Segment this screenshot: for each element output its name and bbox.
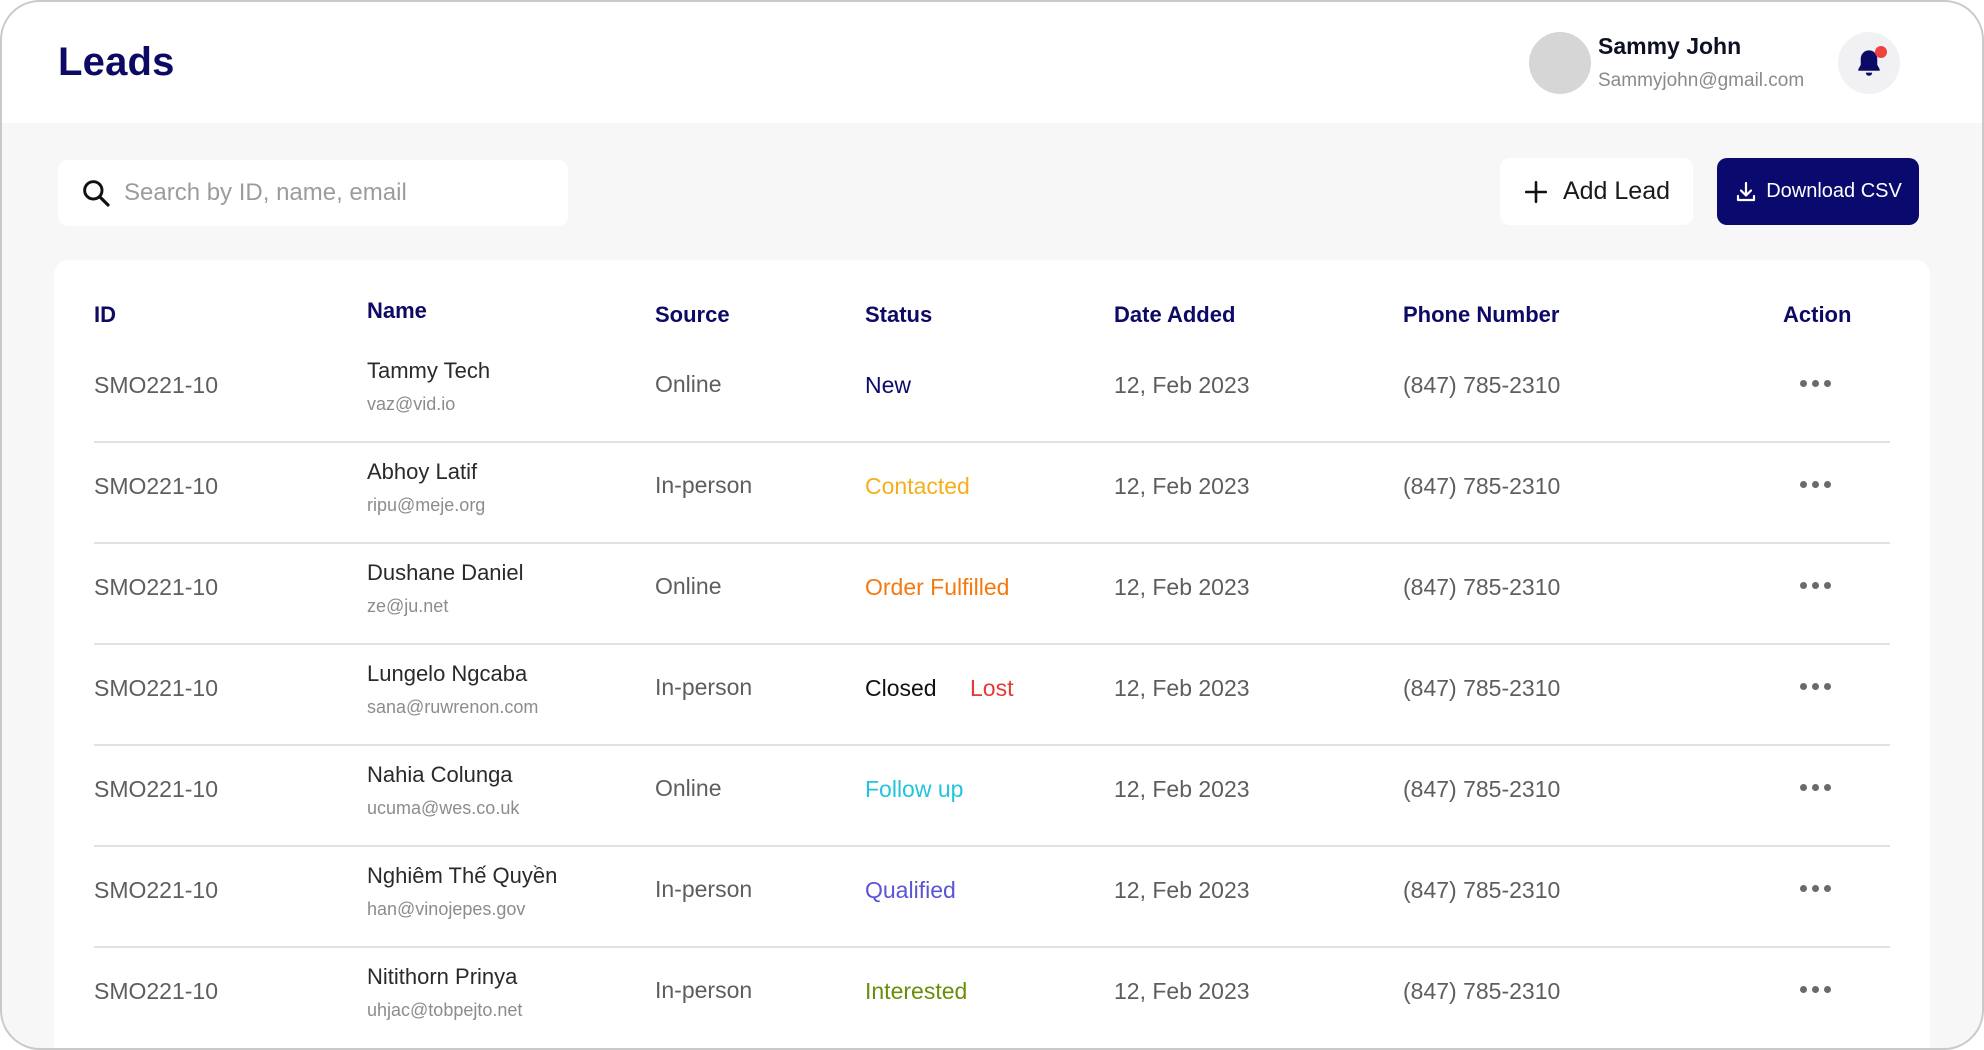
lead-status: Order Fulfilled	[865, 574, 1010, 600]
user-name: Sammy John	[1598, 33, 1742, 59]
lead-date-added: 12, Feb 2023	[1114, 978, 1250, 1004]
lead-id: SMO221-10	[94, 372, 219, 398]
lead-email[interactable]: ucuma@wes.co.uk	[367, 798, 519, 819]
download-csv-button[interactable]: Download CSV	[1717, 158, 1919, 225]
lead-id: SMO221-10	[94, 574, 219, 600]
search-box[interactable]	[58, 160, 568, 226]
more-horizontal-icon[interactable]	[1800, 683, 1831, 690]
more-horizontal-icon[interactable]	[1800, 380, 1831, 387]
lead-source: In-person	[655, 472, 753, 498]
lead-date-added: 12, Feb 2023	[1114, 877, 1250, 903]
lead-id: SMO221-10	[94, 473, 219, 499]
lead-email[interactable]: vaz@vid.io	[367, 394, 455, 415]
lead-name[interactable]: Lungelo Ngcaba	[367, 661, 527, 687]
lead-id: SMO221-10	[94, 877, 219, 903]
lead-source: Online	[655, 573, 722, 599]
lead-phone-number: (847) 785-2310	[1403, 372, 1561, 398]
lead-email[interactable]: ripu@meje.org	[367, 495, 485, 516]
more-horizontal-icon[interactable]	[1800, 885, 1831, 892]
more-horizontal-icon[interactable]	[1800, 784, 1831, 791]
lead-name[interactable]: Nghiêm Thế Quyền	[367, 863, 557, 889]
lead-name[interactable]: Nahia Colunga	[367, 762, 513, 788]
user-email: Sammyjohn@gmail.com	[1598, 70, 1805, 91]
lead-status: Follow up	[865, 776, 964, 802]
more-horizontal-icon[interactable]	[1800, 582, 1831, 589]
plus-icon	[1524, 180, 1548, 203]
lead-status: New	[865, 372, 912, 398]
notification-dot	[1875, 46, 1887, 58]
lead-source: In-person	[655, 977, 753, 1003]
table-row[interactable]: SMO221-10 Lungelo Ngcaba sana@ruwrenon.com…	[94, 645, 1890, 746]
lead-name[interactable]: Abhoy Latif	[367, 459, 477, 485]
lead-email[interactable]: han@vinojepes.gov	[367, 899, 525, 920]
lead-name[interactable]: Dushane Daniel	[367, 560, 524, 586]
table-row[interactable]: SMO221-10 Dushane Daniel ze@ju.net Online Or…	[94, 544, 1890, 645]
more-horizontal-icon[interactable]	[1800, 481, 1831, 488]
top-bar: Leads Sammy John Sammyjohn@gmail.com	[2, 2, 1982, 123]
lead-id: SMO221-10	[94, 978, 219, 1004]
download-icon	[1737, 181, 1756, 201]
search-icon	[83, 180, 110, 207]
column-header-date-added[interactable]: Date Added	[1114, 302, 1235, 328]
lead-email[interactable]: ze@ju.net	[367, 596, 448, 617]
column-header-action: Action	[1783, 302, 1852, 327]
lead-status-extra: Lost	[970, 675, 1014, 701]
lead-source: In-person	[655, 876, 753, 902]
lead-id: SMO221-10	[94, 776, 219, 802]
more-horizontal-icon[interactable]	[1800, 986, 1831, 993]
lead-date-added: 12, Feb 2023	[1114, 776, 1250, 802]
search-input[interactable]	[124, 173, 544, 213]
table-row[interactable]: SMO221-10 Nitithorn Prinya uhjac@tobpejto.…	[94, 948, 1890, 1048]
lead-phone-number: (847) 785-2310	[1403, 776, 1561, 802]
lead-phone-number: (847) 785-2310	[1403, 675, 1561, 701]
lead-status: Closed	[865, 675, 937, 701]
lead-source: In-person	[655, 674, 753, 700]
lead-email[interactable]: sana@ruwrenon.com	[367, 697, 538, 718]
lead-status: Contacted	[865, 473, 970, 499]
lead-date-added: 12, Feb 2023	[1114, 372, 1250, 398]
download-csv-label: Download CSV	[1766, 180, 1902, 202]
column-header-status[interactable]: Status	[865, 302, 932, 328]
table-row[interactable]: SMO221-10 Nghiêm Thế Quyền han@vinojepes.g…	[94, 847, 1890, 948]
lead-source: Online	[655, 775, 722, 801]
add-lead-button[interactable]: Add Lead	[1500, 158, 1693, 225]
lead-name[interactable]: Nitithorn Prinya	[367, 964, 517, 990]
leads-table: ID Name Source Status Date Added Phone N…	[54, 260, 1930, 1048]
lead-date-added: 12, Feb 2023	[1114, 675, 1250, 701]
lead-phone-number: (847) 785-2310	[1403, 978, 1561, 1004]
column-header-phone-number[interactable]: Phone Number	[1403, 302, 1559, 328]
app-window: Leads Sammy John Sammyjohn@gmail.com Add…	[0, 0, 1984, 1050]
table-row[interactable]: SMO221-10 Abhoy Latif ripu@meje.org In-pers…	[94, 443, 1890, 544]
lead-phone-number: (847) 785-2310	[1403, 473, 1561, 499]
lead-email[interactable]: uhjac@tobpejto.net	[367, 1000, 522, 1021]
table-row[interactable]: SMO221-10 Nahia Colunga ucuma@wes.co.uk Onl…	[94, 746, 1890, 847]
lead-phone-number: (847) 785-2310	[1403, 877, 1561, 903]
table-row[interactable]: SMO221-10 Tammy Tech vaz@vid.io Online New 12…	[94, 342, 1890, 443]
avatar[interactable]	[1529, 32, 1591, 94]
lead-name[interactable]: Tammy Tech	[367, 358, 490, 384]
lead-status: Interested	[865, 978, 968, 1004]
lead-status: Qualified	[865, 877, 956, 903]
lead-id: SMO221-10	[94, 675, 219, 701]
lead-date-added: 12, Feb 2023	[1114, 574, 1250, 600]
notification-button[interactable]	[1838, 32, 1900, 94]
lead-date-added: 12, Feb 2023	[1114, 473, 1250, 499]
lead-phone-number: (847) 785-2310	[1403, 574, 1561, 600]
add-lead-label: Add Lead	[1562, 177, 1671, 205]
lead-source: Online	[655, 371, 722, 397]
column-header-source[interactable]: Source	[655, 302, 730, 328]
page-title: Leads	[58, 40, 175, 84]
column-header-name[interactable]: Name	[367, 298, 427, 324]
column-header-id[interactable]: ID	[94, 302, 116, 328]
